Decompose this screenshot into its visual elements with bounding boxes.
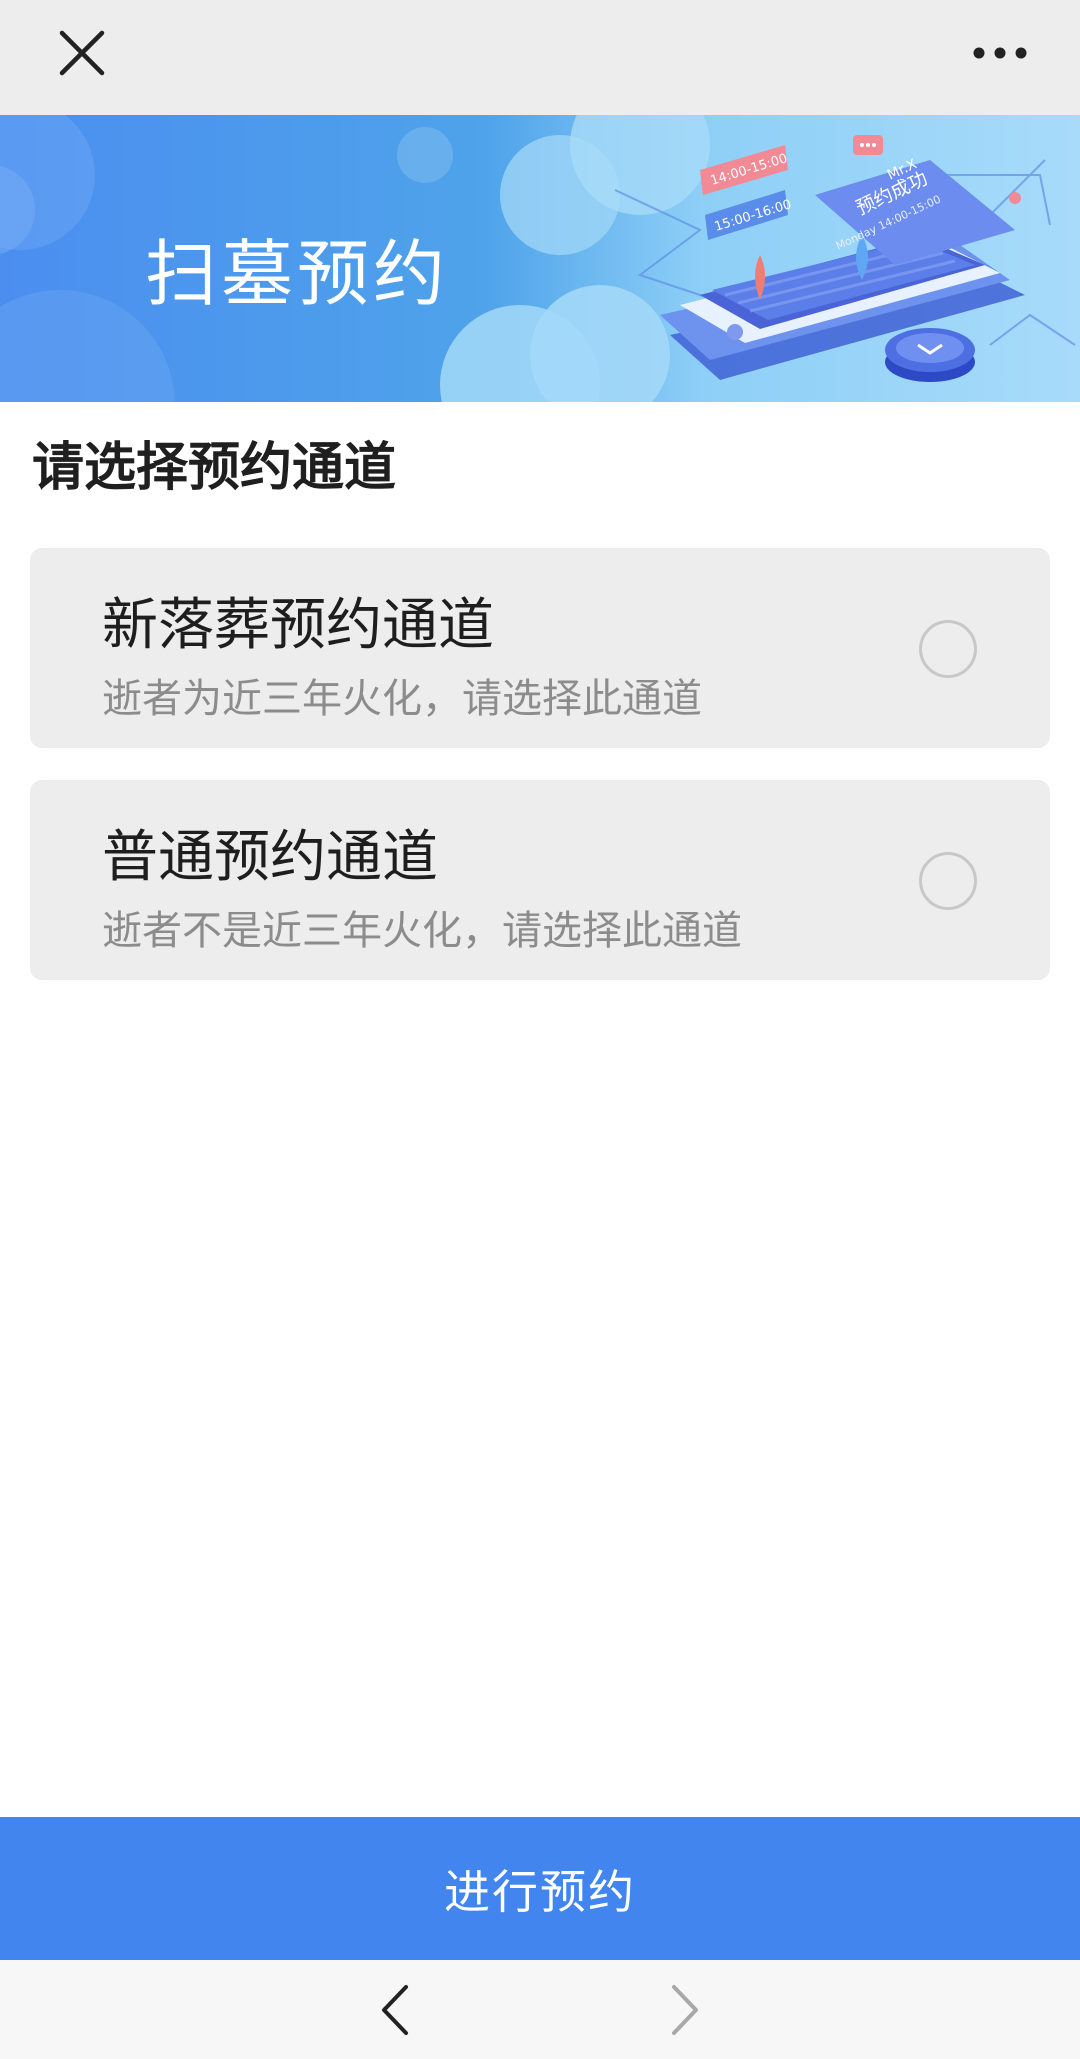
bottom-nav-bar <box>0 1960 1080 2059</box>
forward-button[interactable] <box>655 1960 715 2059</box>
banner-title: 扫墓预约 <box>145 232 450 316</box>
chevron-left-icon <box>382 1984 408 2035</box>
banner: 14:00-15:00 15:00-16:00 Mr.X 预约成功 Monday… <box>0 115 1080 402</box>
radio-button[interactable] <box>919 852 977 910</box>
close-button[interactable] <box>42 18 122 88</box>
page: 14:00-15:00 15:00-16:00 Mr.X 预约成功 Monday… <box>0 0 1080 2059</box>
more-button[interactable] <box>960 18 1040 88</box>
option-description: 逝者为近三年火化，请选择此通道 <box>102 676 702 722</box>
back-button[interactable] <box>365 1960 425 2059</box>
option-title: 新落葬预约通道 <box>102 593 494 658</box>
radio-button[interactable] <box>919 620 977 678</box>
submit-button[interactable]: 进行预约 <box>0 1817 1080 1960</box>
chevron-right-icon <box>672 1984 698 2035</box>
top-bar <box>0 0 1080 115</box>
section-title: 请选择预约通道 <box>32 438 397 498</box>
option-new-burial-channel[interactable]: 新落葬预约通道 逝者为近三年火化，请选择此通道 <box>30 548 1050 748</box>
close-icon <box>59 30 105 76</box>
option-description: 逝者不是近三年火化，请选择此通道 <box>102 908 742 954</box>
more-horizontal-icon <box>973 47 1027 59</box>
option-regular-channel[interactable]: 普通预约通道 逝者不是近三年火化，请选择此通道 <box>30 780 1050 980</box>
option-title: 普通预约通道 <box>102 825 438 890</box>
